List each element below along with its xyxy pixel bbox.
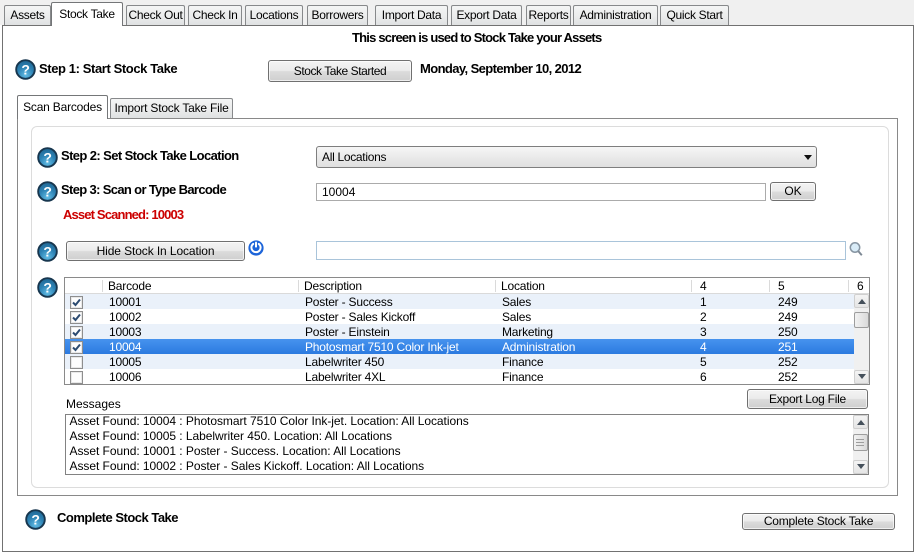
- svg-text:?: ?: [43, 183, 52, 199]
- svg-text:?: ?: [43, 279, 52, 295]
- svg-text:?: ?: [43, 243, 52, 259]
- svg-text:?: ?: [31, 511, 40, 527]
- svg-text:?: ?: [43, 149, 52, 165]
- svg-text:?: ?: [21, 61, 30, 77]
